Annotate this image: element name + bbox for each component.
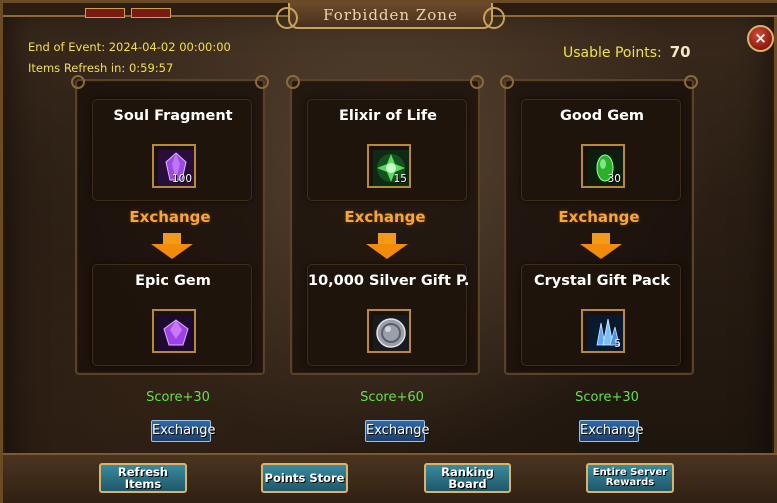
title-plate: Forbidden Zone xyxy=(276,3,505,29)
item-slot[interactable]: 30 xyxy=(581,144,625,188)
exchange-label: Exchange xyxy=(129,208,211,226)
close-button[interactable]: × xyxy=(747,25,774,52)
forbidden-zone-window: Forbidden Zone × End of Event: 2024-04-0… xyxy=(0,0,777,503)
give-item-name: Good Gem xyxy=(559,108,645,124)
get-item-name: 10,000 Silver Gift P... xyxy=(308,273,468,289)
get-item-card: Crystal Gift Pack 5 xyxy=(521,264,681,366)
item-slot[interactable] xyxy=(367,309,411,353)
score-reward-1: Score+30 xyxy=(146,390,210,405)
item-slot[interactable]: 100 xyxy=(152,144,196,188)
refresh-timer-value: 0:59:57 xyxy=(128,61,174,75)
get-item-card: Epic Gem xyxy=(92,264,252,366)
window-title: Forbidden Zone xyxy=(323,6,458,24)
event-end-value: 2024-04-02 00:00:00 xyxy=(108,40,231,54)
exchange-button-1[interactable]: Exchange xyxy=(151,420,216,442)
usable-points-label: Usable Points: xyxy=(563,45,662,61)
give-item-name: Elixir of Life xyxy=(338,108,438,124)
item-slot[interactable] xyxy=(152,309,196,353)
points-store-button[interactable]: Points Store xyxy=(261,463,348,493)
exchange-label: Exchange xyxy=(344,208,426,226)
top-frame-tabs xyxy=(85,3,180,18)
exchange-panel-1: Soul Fragment 100 Exchange Epic Gem xyxy=(71,75,269,375)
exchange-panel-2: Elixir of Life 15 Exchange 10,000 Silver… xyxy=(286,75,484,375)
event-end-label: End of Event: xyxy=(28,40,106,54)
event-end-info: End of Event: 2024-04-02 00:00:00 xyxy=(28,40,231,54)
give-item-card: Good Gem 30 xyxy=(521,99,681,201)
arrow-down-icon xyxy=(580,233,622,259)
arrow-down-icon xyxy=(366,233,408,259)
close-icon: × xyxy=(754,29,767,47)
item-slot[interactable]: 5 xyxy=(581,309,625,353)
refresh-timer-label: Items Refresh in: xyxy=(28,61,126,75)
item-quantity: 15 xyxy=(393,173,407,185)
refresh-timer-info: Items Refresh in: 0:59:57 xyxy=(28,61,173,75)
get-item-name: Crystal Gift Pack xyxy=(533,273,671,289)
give-item-card: Elixir of Life 15 xyxy=(307,99,467,201)
usable-points: Usable Points: 70 xyxy=(563,43,691,61)
give-item-card: Soul Fragment 100 xyxy=(92,99,252,201)
exchange-button-2[interactable]: Exchange xyxy=(365,420,430,442)
ranking-board-button[interactable]: Ranking Board xyxy=(424,463,511,493)
get-item-name: Epic Gem xyxy=(135,273,211,289)
score-reward-3: Score+30 xyxy=(575,390,639,405)
give-item-name: Soul Fragment xyxy=(113,108,233,124)
get-item-card: 10,000 Silver Gift P... xyxy=(307,264,468,366)
usable-points-value: 70 xyxy=(669,43,691,61)
purple-gem-icon xyxy=(158,315,194,351)
item-quantity: 100 xyxy=(171,173,192,185)
item-slot[interactable]: 15 xyxy=(367,144,411,188)
server-rewards-button[interactable]: Entire Server Rewards xyxy=(586,463,674,493)
refresh-items-button[interactable]: Refresh Items xyxy=(99,463,187,493)
exchange-label: Exchange xyxy=(558,208,640,226)
item-quantity: 5 xyxy=(614,338,621,350)
arrow-down-icon xyxy=(151,233,193,259)
score-reward-2: Score+60 xyxy=(360,390,424,405)
silver-coin-icon xyxy=(373,315,409,351)
exchange-button-3[interactable]: Exchange xyxy=(579,420,644,442)
item-quantity: 30 xyxy=(607,173,621,185)
exchange-panel-3: Good Gem 30 Exchange Crystal Gift Pack 5 xyxy=(500,75,698,375)
